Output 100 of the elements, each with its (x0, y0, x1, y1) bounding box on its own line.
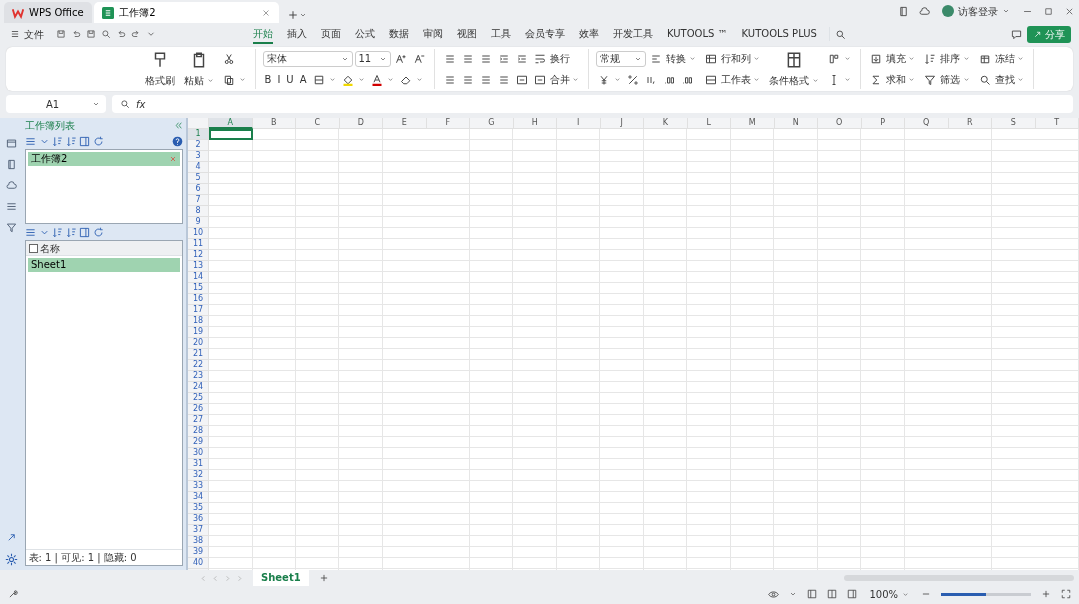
column-header[interactable]: N (774, 118, 818, 129)
row-header[interactable]: 26 (188, 404, 208, 415)
ribbon-tab[interactable]: 视图 (457, 24, 477, 44)
row-header[interactable]: 36 (188, 514, 208, 525)
ribbon-tab[interactable]: 审阅 (423, 24, 443, 44)
column-header[interactable]: D (339, 118, 383, 129)
share-button[interactable]: 分享 (1026, 25, 1071, 43)
cell-grid[interactable] (209, 129, 1079, 570)
row-header[interactable]: 11 (188, 239, 208, 250)
column-header[interactable]: R (948, 118, 992, 129)
column-header[interactable]: Q (905, 118, 949, 129)
ribbon-tab[interactable]: KUTOOLS PLUS (741, 24, 817, 44)
row-header[interactable]: 15 (188, 283, 208, 294)
ribbon-button[interactable]: B (262, 70, 274, 89)
column-header[interactable]: C (296, 118, 340, 129)
ribbon-button[interactable]: 粘贴 (182, 49, 216, 89)
ribbon-button[interactable]: 条件格式 (767, 49, 821, 89)
column-header[interactable]: E (383, 118, 427, 129)
column-header[interactable]: H (513, 118, 557, 129)
row-header[interactable]: 31 (188, 459, 208, 470)
column-header[interactable]: T (1035, 118, 1079, 129)
row-header[interactable]: 39 (188, 547, 208, 558)
row-header[interactable]: 2 (188, 140, 208, 151)
row-header[interactable]: 13 (188, 261, 208, 272)
row-header[interactable]: 9 (188, 217, 208, 228)
row-header[interactable]: 6 (188, 184, 208, 195)
row-header[interactable]: 38 (188, 536, 208, 547)
sheet-item[interactable]: Sheet1 (28, 258, 180, 272)
ribbon-button[interactable]: 冻结 (976, 49, 1026, 68)
ribbon-button[interactable]: 排序 (922, 49, 972, 68)
row-header[interactable]: 3 (188, 151, 208, 162)
account-button[interactable]: 访客登录 (940, 1, 1012, 21)
window-tab[interactable]: WPS Office (4, 2, 92, 23)
row-header[interactable]: 33 (188, 481, 208, 492)
ribbon-button[interactable]: I (275, 70, 283, 89)
row-header[interactable]: 16 (188, 294, 208, 305)
row-header[interactable]: 4 (188, 162, 208, 173)
workbook-item[interactable]: 工作簿2 (28, 152, 180, 166)
ribbon-tab[interactable]: 公式 (355, 24, 375, 44)
name-box[interactable]: A1 (6, 95, 106, 113)
row-header[interactable]: 5 (188, 173, 208, 184)
column-header[interactable]: L (687, 118, 731, 129)
row-header[interactable]: 23 (188, 371, 208, 382)
row-header[interactable]: 25 (188, 393, 208, 404)
column-header[interactable]: B (252, 118, 296, 129)
column-header[interactable]: M (731, 118, 775, 129)
row-header[interactable]: 1 (188, 129, 208, 140)
window-tab[interactable]: 工作簿2 (94, 2, 280, 23)
row-header[interactable]: 20 (188, 338, 208, 349)
column-header[interactable]: P (861, 118, 905, 129)
ribbon-button[interactable]: 工作表 (702, 70, 762, 89)
row-header[interactable]: 7 (188, 195, 208, 206)
row-header[interactable]: 18 (188, 316, 208, 327)
ribbon-tab[interactable]: 数据 (389, 24, 409, 44)
font-select[interactable]: 宋体 (262, 50, 353, 67)
ribbon-button[interactable]: U (284, 70, 296, 89)
row-header[interactable]: 24 (188, 382, 208, 393)
ribbon-button[interactable]: 合并 (531, 70, 581, 89)
row-header[interactable]: 19 (188, 327, 208, 338)
row-header[interactable]: 14 (188, 272, 208, 283)
row-header[interactable]: 35 (188, 503, 208, 514)
ribbon-button[interactable]: A (297, 70, 309, 89)
row-header[interactable]: 34 (188, 492, 208, 503)
row-header[interactable]: 10 (188, 228, 208, 239)
row-header[interactable]: 32 (188, 470, 208, 481)
ribbon-button[interactable]: 求和 (867, 70, 917, 89)
ribbon-button[interactable]: 换行 (531, 49, 572, 68)
row-header[interactable]: 8 (188, 206, 208, 217)
ribbon-tab[interactable]: 插入 (287, 24, 307, 44)
checkbox[interactable] (28, 243, 38, 253)
column-header[interactable]: J (600, 118, 644, 129)
active-cell[interactable] (209, 129, 253, 140)
sheet-tab[interactable]: Sheet1 (253, 570, 309, 586)
row-header[interactable]: 30 (188, 448, 208, 459)
ribbon-button[interactable]: 转换 (648, 49, 698, 68)
ribbon-tab[interactable]: KUTOOLS ™ (667, 24, 728, 44)
ribbon-button[interactable]: 格式刷 (143, 49, 177, 89)
row-header[interactable]: 28 (188, 426, 208, 437)
ribbon-tab[interactable]: 效率 (579, 24, 599, 44)
number-format-select[interactable]: 常规 (596, 50, 646, 67)
row-header[interactable]: 37 (188, 525, 208, 536)
row-header[interactable]: 27 (188, 415, 208, 426)
ribbon-button[interactable]: 查找 (976, 70, 1026, 89)
row-header[interactable]: 17 (188, 305, 208, 316)
file-menu[interactable]: 文件 (8, 24, 46, 44)
ribbon-tab[interactable]: 开发工具 (613, 24, 653, 44)
ribbon-tab[interactable]: 会员专享 (525, 24, 565, 44)
zoom-slider[interactable] (941, 592, 1031, 596)
column-header[interactable]: K (644, 118, 688, 129)
ribbon-tab[interactable]: 工具 (491, 24, 511, 44)
row-header[interactable]: 40 (188, 558, 208, 569)
formula-field[interactable]: fx (112, 95, 1073, 113)
ribbon-button[interactable]: 筛选 (922, 70, 972, 89)
column-header[interactable]: S (992, 118, 1036, 129)
zoom-level[interactable]: 100% (867, 584, 911, 604)
row-header[interactable]: 29 (188, 437, 208, 448)
font-size-select[interactable]: 11 (354, 50, 391, 67)
column-header[interactable]: G (470, 118, 514, 129)
row-header[interactable]: 22 (188, 360, 208, 371)
row-header[interactable]: 12 (188, 250, 208, 261)
